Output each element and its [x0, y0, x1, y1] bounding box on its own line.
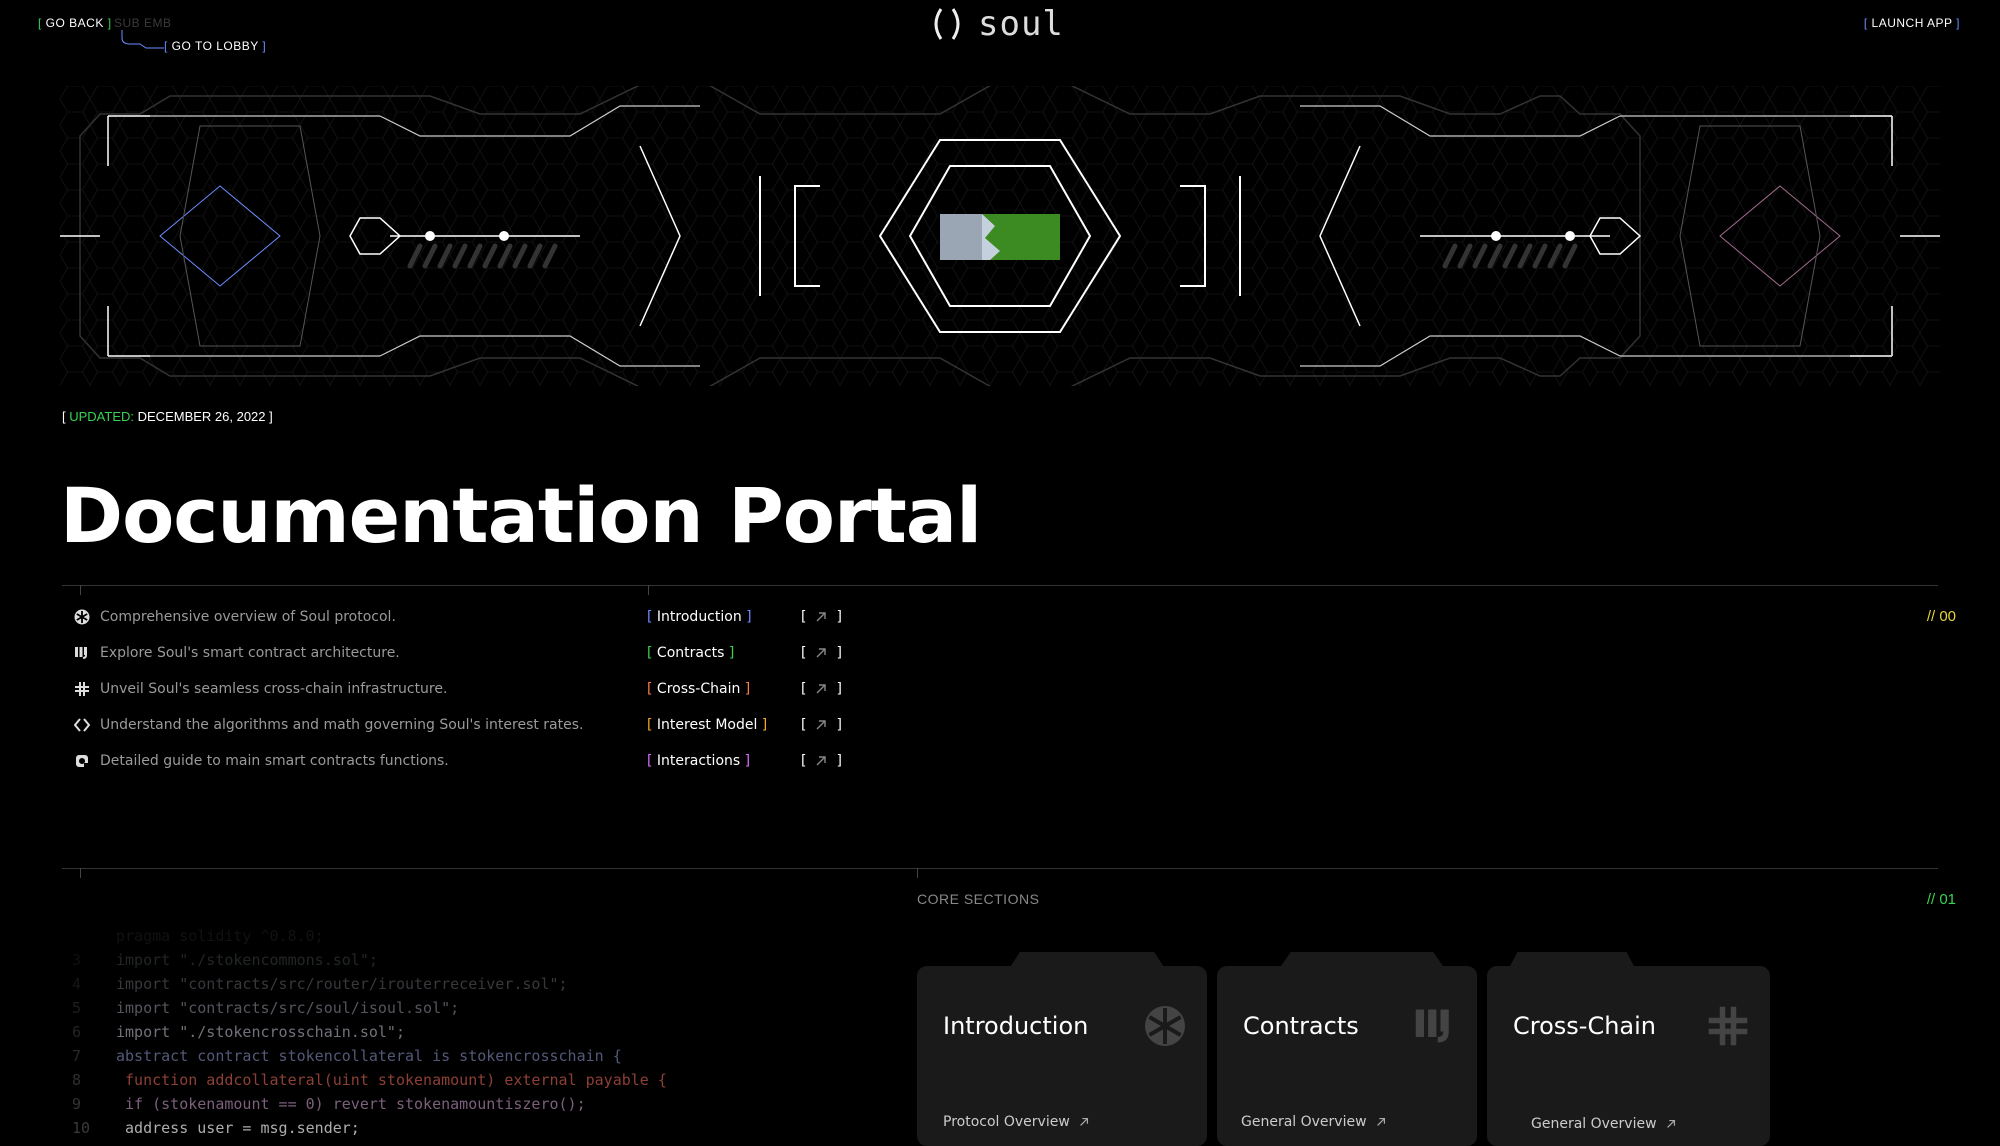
divider-tick	[648, 585, 649, 595]
doc-description: Comprehensive overview of Soul protocol.	[100, 609, 396, 625]
doc-link-label: Interactions	[656, 753, 741, 769]
go-to-lobby-label: GO TO LOBBY	[171, 39, 259, 53]
card-link[interactable]: General Overview	[1531, 1116, 1677, 1132]
arrow-up-right-icon	[816, 648, 827, 658]
go-back-button[interactable]: [ GO BACK ]	[38, 16, 112, 30]
arrow-up-right-icon	[816, 720, 827, 730]
section-number: // 00	[1926, 608, 1956, 625]
card-link[interactable]: General Overview	[1241, 1114, 1387, 1130]
card-title: Cross-Chain	[1513, 1012, 1657, 1040]
card-contracts[interactable]: Contracts General Overview	[1217, 952, 1477, 1146]
doc-open-button[interactable]: [ ]	[801, 717, 842, 733]
doc-link-label: Interest Model	[656, 717, 758, 733]
doc-link-introduction[interactable]: [ Introduction ]	[647, 609, 752, 625]
doc-link-label: Cross-Chain	[656, 681, 741, 697]
card-title: Contracts	[1243, 1012, 1359, 1040]
soul-logo[interactable]: soul	[928, 4, 1064, 44]
card-title: Introduction	[943, 1012, 1089, 1040]
gear-icon	[76, 755, 88, 767]
doc-open-button[interactable]: [ ]	[801, 609, 842, 625]
doc-link-cross-chain[interactable]: [ Cross-Chain ]	[647, 681, 750, 697]
doc-link-interest-model[interactable]: [ Interest Model ]	[647, 717, 767, 733]
updated-label: UPDATED:	[69, 409, 134, 424]
arrow-up-right-icon	[816, 756, 827, 766]
page-title: Documentation Portal	[60, 471, 982, 560]
doc-description: Explore Soul's smart contract architectu…	[100, 645, 400, 661]
parentheses-icon	[934, 8, 960, 40]
code-line: 5 import "contracts/src/soul/isoul.sol";	[72, 999, 460, 1017]
card-cross-chain[interactable]: Cross-Chain General Overview	[1487, 952, 1770, 1146]
doc-row-contracts: Explore Soul's smart contract architectu…	[74, 642, 874, 664]
code-line: 6 import "./stokencrosschain.sol";	[72, 1023, 405, 1041]
core-sections-label: CORE SECTIONS	[917, 891, 1040, 907]
divider-tick	[917, 868, 918, 878]
logo-text: soul	[978, 4, 1064, 44]
doc-row-cross-chain: Unveil Soul's seamless cross-chain infra…	[74, 678, 874, 700]
launch-app-button[interactable]: [ LAUNCH APP ]	[1864, 16, 1960, 30]
diamond-icon	[74, 718, 90, 732]
doc-row-interactions: Detailed guide to main smart contracts f…	[74, 750, 874, 772]
code-line: 10 address user = msg.sender;	[72, 1119, 360, 1136]
doc-description: Unveil Soul's seamless cross-chain infra…	[100, 681, 448, 697]
divider-line	[62, 585, 1938, 586]
doc-description: Understand the algorithms and math gover…	[100, 717, 584, 733]
code-line: 7 abstract contract stokencollateral is s…	[72, 1047, 622, 1065]
section-number: // 01	[1926, 891, 1956, 908]
connector-line	[121, 30, 164, 49]
doc-row-introduction: Comprehensive overview of Soul protocol.…	[74, 606, 874, 628]
code-line: 3 import "./stokencommons.sol";	[72, 951, 378, 969]
code-line: 8 function addcollateral(uint stokenamou…	[72, 1071, 667, 1089]
launch-app-label: LAUNCH APP	[1871, 16, 1953, 30]
divider-tick	[80, 585, 81, 595]
go-to-lobby-button[interactable]: [ GO TO LOBBY ]	[164, 39, 266, 53]
bars-icon	[1415, 1009, 1449, 1043]
grid-cross-icon	[1708, 1006, 1748, 1046]
card-tab	[1507, 952, 1637, 972]
divider-tick	[80, 868, 81, 878]
doc-open-button[interactable]: [ ]	[801, 681, 842, 697]
hero-circuit-graphic	[60, 86, 1940, 386]
grid-cross-icon	[75, 682, 89, 696]
card-link-label: Protocol Overview	[943, 1114, 1070, 1130]
arrow-up-right-icon	[816, 612, 827, 622]
doc-link-label: Introduction	[656, 609, 742, 625]
doc-link-label: Contracts	[656, 645, 725, 661]
arrow-up-right-icon	[816, 684, 827, 694]
doc-description: Detailed guide to main smart contracts f…	[100, 753, 449, 769]
code-line: pragma solidity ^0.8.0;	[116, 927, 324, 945]
card-tab	[1277, 952, 1447, 972]
code-line: 9 if (stokenamount == 0) revert stokenam…	[72, 1095, 586, 1113]
doc-open-button[interactable]: [ ]	[801, 753, 842, 769]
bars-icon	[75, 647, 87, 659]
updated-date: [ UPDATED: DECEMBER 26, 2022 ]	[62, 409, 273, 424]
asterisk-icon	[1145, 1006, 1185, 1046]
go-back-label: GO BACK	[45, 16, 104, 30]
card-tab	[1007, 952, 1167, 972]
doc-link-interactions[interactable]: [ Interactions ]	[647, 753, 750, 769]
divider-line	[62, 868, 1938, 869]
code-background: pragma solidity ^0.8.0; 3 import "./stoke…	[72, 924, 872, 1136]
doc-link-contracts[interactable]: [ Contracts ]	[647, 645, 734, 661]
asterisk-icon	[74, 609, 90, 625]
card-link-label: General Overview	[1531, 1116, 1657, 1132]
updated-date-value: DECEMBER 26, 2022	[137, 409, 266, 424]
arrow-up-right-icon	[1666, 1119, 1675, 1128]
doc-row-interest-model: Understand the algorithms and math gover…	[74, 714, 874, 736]
card-link[interactable]: Protocol Overview	[943, 1114, 1090, 1130]
code-line: 4 import "contracts/src/router/irouterrec…	[72, 975, 568, 993]
arrow-up-right-icon	[1079, 1117, 1088, 1126]
card-introduction[interactable]: Introduction Protocol Overview	[917, 952, 1207, 1146]
card-link-label: General Overview	[1241, 1114, 1367, 1130]
doc-open-button[interactable]: [ ]	[801, 645, 842, 661]
arrow-up-right-icon	[1376, 1117, 1385, 1126]
